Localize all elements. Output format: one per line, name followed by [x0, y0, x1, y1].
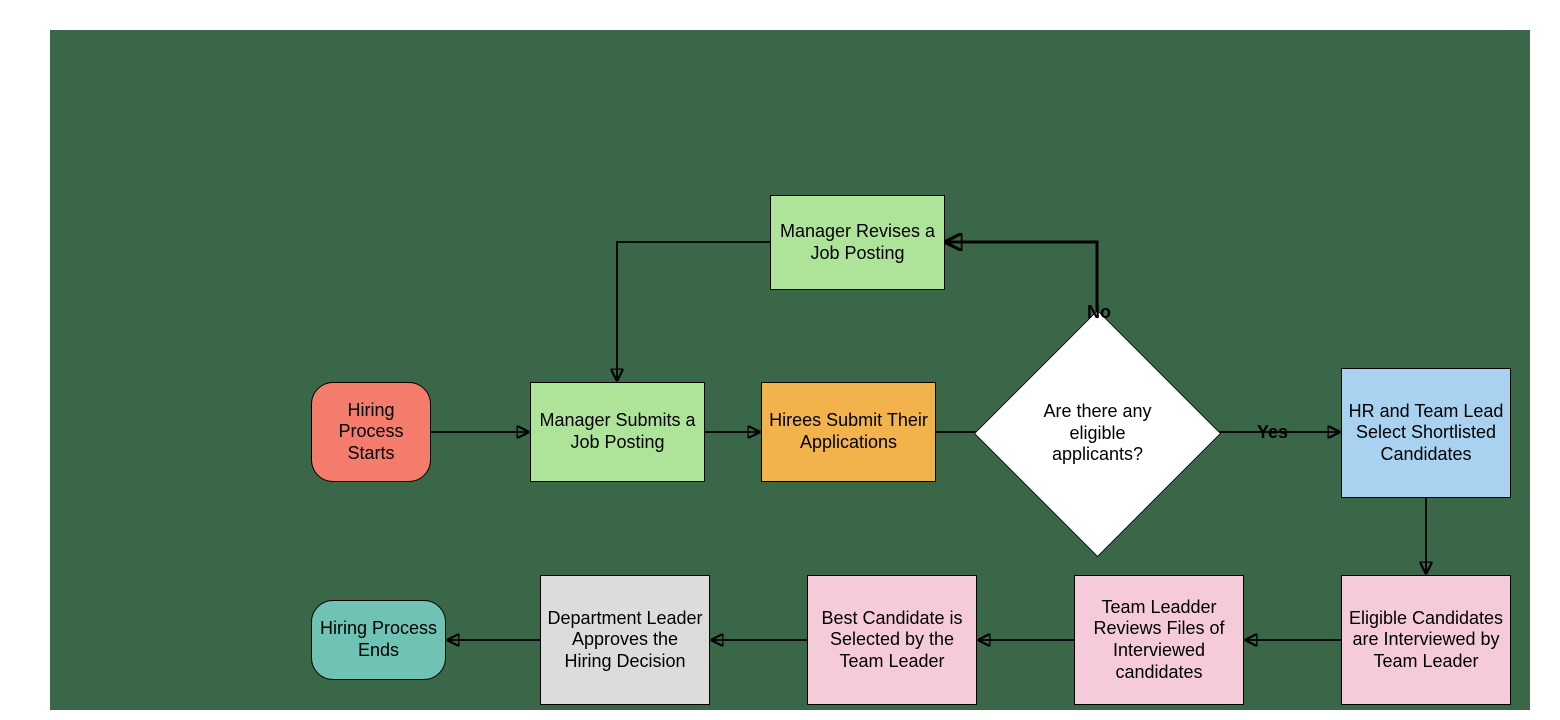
edge-revise-to-submit [617, 242, 770, 380]
edges-layer [50, 30, 1530, 710]
node-review-files: Team Leadder Reviews Files of Interviewe… [1074, 575, 1244, 705]
node-submit-job: Manager Submits a Job Posting [530, 382, 705, 482]
node-revise-job: Manager Revises a Job Posting [770, 195, 945, 290]
node-label: Hirees Submit Their Applications [768, 410, 929, 453]
node-label: Are there any eligible applicants? [1010, 346, 1185, 521]
node-label: Hiring Process Ends [318, 618, 439, 661]
node-label: Manager Revises a Job Posting [777, 221, 938, 264]
node-select-best: Best Candidate is Selected by the Team L… [807, 575, 977, 705]
node-interview: Eligible Candidates are Interviewed by T… [1341, 575, 1511, 705]
node-label: Team Leadder Reviews Files of Interviewe… [1081, 597, 1237, 683]
node-label: Hiring Process Starts [318, 400, 424, 465]
edge-label-no: No [1087, 302, 1111, 323]
node-label: HR and Team Lead Select Shortlisted Cand… [1348, 401, 1504, 466]
node-start-terminator: Hiring Process Starts [311, 382, 431, 482]
node-label: Manager Submits a Job Posting [537, 410, 698, 453]
node-label: Eligible Candidates are Interviewed by T… [1348, 608, 1504, 673]
node-label: Department Leader Approves the Hiring De… [547, 608, 703, 673]
node-label: Best Candidate is Selected by the Team L… [814, 608, 970, 673]
edge-label-yes: Yes [1257, 422, 1288, 443]
node-end-terminator: Hiring Process Ends [311, 600, 446, 680]
node-approve-decision: Department Leader Approves the Hiring De… [540, 575, 710, 705]
node-hirees-apply: Hirees Submit Their Applications [761, 382, 936, 482]
diagram-background: Hiring Process Starts Manager Submits a … [50, 30, 1530, 710]
diagram-canvas: Hiring Process Starts Manager Submits a … [0, 0, 1560, 720]
node-shortlist: HR and Team Lead Select Shortlisted Cand… [1341, 368, 1511, 498]
node-decision-eligible: Are there any eligible applicants? [1010, 346, 1185, 521]
edge-decision-no [948, 242, 1097, 344]
